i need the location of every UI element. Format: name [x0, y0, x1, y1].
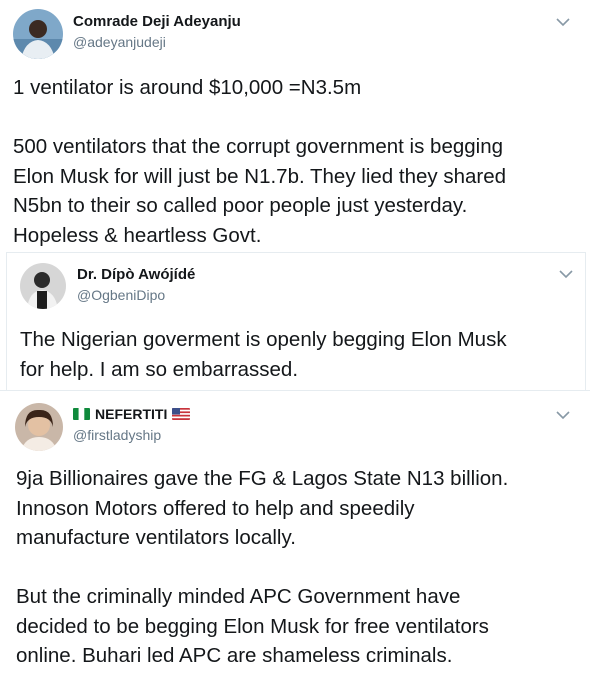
nigeria-flag-icon	[73, 408, 90, 420]
chevron-down-icon[interactable]	[556, 17, 570, 27]
avatar[interactable]	[13, 9, 63, 59]
chevron-down-icon[interactable]	[559, 269, 573, 279]
display-name[interactable]: Dr. Dípò Awójídé	[77, 266, 195, 283]
tweet-card[interactable]: Dr. Dípò Awójídé @OgbeniDipo The Nigeria…	[6, 252, 586, 390]
person-avatar-icon	[15, 403, 63, 451]
person-avatar-icon	[13, 9, 63, 59]
tweet-text: The Nigerian goverment is openly begging…	[20, 328, 507, 381]
user-handle[interactable]: @firstladyship	[73, 427, 161, 443]
chevron-down-icon[interactable]	[556, 410, 570, 420]
tweet-text: 9ja Billionaires gave the FG & Lagos Sta…	[16, 467, 509, 667]
tweet-text: 1 ventilator is around $10,000 =N3.5m 50…	[13, 76, 507, 247]
avatar[interactable]	[15, 403, 63, 451]
user-handle[interactable]: @adeyanjudeji	[73, 34, 166, 50]
us-flag-icon	[172, 408, 191, 420]
avatar[interactable]	[20, 263, 66, 309]
display-name[interactable]: Comrade Deji Adeyanju	[73, 13, 241, 30]
display-name[interactable]: NEFERTITI	[95, 406, 167, 422]
tweet-card[interactable]: NEFERTITI @firstladyship 9ja Billionaire…	[0, 390, 590, 673]
user-handle[interactable]: @OgbeniDipo	[77, 287, 165, 303]
person-avatar-icon	[20, 263, 66, 309]
tweet-card[interactable]: Comrade Deji Adeyanju @adeyanjudeji 1 ve…	[0, 0, 590, 252]
